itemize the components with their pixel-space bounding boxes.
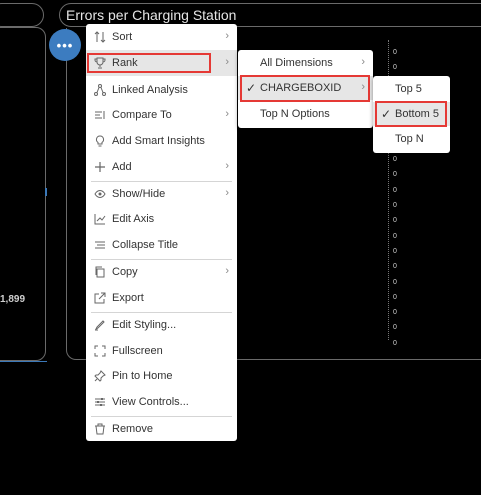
axis-value-label: 0 xyxy=(393,309,397,317)
menu-item-label: View Controls... xyxy=(112,396,189,408)
more-actions-button[interactable]: ••• xyxy=(49,29,81,61)
chevron-right-icon: › xyxy=(225,265,229,277)
menu-item-label: Remove xyxy=(112,423,153,435)
menu-item-edit-axis[interactable]: Edit Axis xyxy=(86,206,237,232)
submenu-item-all-dimensions[interactable]: All Dimensions › xyxy=(238,51,373,75)
submenu-item-label: All Dimensions xyxy=(260,57,333,69)
linked-analysis-icon xyxy=(93,83,107,97)
menu-item-label: Edit Styling... xyxy=(112,319,177,331)
menu-item-label: Sort xyxy=(112,31,133,43)
menu-item-fullscreen[interactable]: Fullscreen xyxy=(86,338,237,364)
axis-value-label: 0 xyxy=(393,247,397,255)
copy-icon xyxy=(93,265,107,279)
menu-item-label: Show/Hide xyxy=(112,188,166,200)
left-tile[interactable] xyxy=(0,27,47,362)
axis-value-label: 0 xyxy=(393,64,397,72)
context-menu: Sort › Rank › Linked Analysis Compare To… xyxy=(86,24,237,441)
menu-item-label: Export xyxy=(112,292,144,304)
dashboard-canvas: 1,899 Errors per Charging Station 000000… xyxy=(0,0,481,495)
axis-value-label: 0 xyxy=(393,232,397,240)
menu-item-label: Edit Axis xyxy=(112,213,155,225)
submenu-item-top-n-options[interactable]: Top N Options xyxy=(238,102,373,126)
menu-item-export[interactable]: Export xyxy=(86,285,237,311)
axis-value-label: 0 xyxy=(393,217,397,225)
axis-value-label: 0 xyxy=(393,339,397,347)
axis-value-label: 0 xyxy=(393,324,397,332)
menu-item-pin-to-home[interactable]: Pin to Home xyxy=(86,363,237,389)
trophy-icon xyxy=(93,56,107,70)
submenu-item-top-n[interactable]: Top N xyxy=(373,127,450,151)
chevron-right-icon: › xyxy=(225,30,229,42)
chevron-right-icon: › xyxy=(225,160,229,172)
menu-item-rank[interactable]: Rank › xyxy=(86,50,237,76)
chargeboxid-submenu: Top 5 ✓ Bottom 5 Top N xyxy=(373,76,450,153)
axis-value-label: 0 xyxy=(393,278,397,286)
menu-item-linked-analysis[interactable]: Linked Analysis xyxy=(86,77,237,103)
menu-item-collapse-title[interactable]: Collapse Title xyxy=(86,232,237,258)
axis-value-label: 0 xyxy=(393,156,397,164)
rank-submenu: All Dimensions › ✓ CHARGEBOXID › Top N O… xyxy=(238,50,373,128)
axis-value-label: 0 xyxy=(393,186,397,194)
left-tile-value: 1,899 xyxy=(0,294,26,305)
chevron-right-icon: › xyxy=(225,108,229,120)
trash-icon xyxy=(93,422,107,436)
selection-line xyxy=(0,361,47,362)
menu-item-label: Compare To xyxy=(112,109,172,121)
submenu-item-bottom-5[interactable]: ✓ Bottom 5 xyxy=(373,102,450,126)
menu-item-view-controls[interactable]: View Controls... xyxy=(86,389,237,415)
eye-icon xyxy=(93,187,107,201)
collapse-title-icon xyxy=(93,238,107,252)
lightbulb-icon xyxy=(93,134,107,148)
menu-item-label: Add Smart Insights xyxy=(112,135,205,147)
compare-icon xyxy=(93,108,107,122)
pin-icon xyxy=(93,369,107,383)
menu-item-label: Rank xyxy=(112,57,138,69)
submenu-item-label: CHARGEBOXID xyxy=(260,82,342,94)
menu-item-label: Copy xyxy=(112,266,138,278)
axis-value-label: 0 xyxy=(393,49,397,56)
axis-value-label: 0 xyxy=(393,293,397,301)
menu-item-label: Pin to Home xyxy=(112,370,173,382)
menu-item-edit-styling[interactable]: Edit Styling... xyxy=(86,312,237,338)
menu-item-add-smart-insights[interactable]: Add Smart Insights xyxy=(86,128,237,154)
plus-icon xyxy=(93,160,107,174)
submenu-item-label: Bottom 5 xyxy=(395,108,440,120)
menu-item-remove[interactable]: Remove xyxy=(86,416,237,442)
chevron-right-icon: › xyxy=(361,56,365,68)
menu-item-show-hide[interactable]: Show/Hide › xyxy=(86,181,237,207)
submenu-item-label: Top N xyxy=(395,133,424,145)
menu-item-label: Fullscreen xyxy=(112,345,163,357)
check-icon: ✓ xyxy=(381,107,392,121)
chevron-right-icon: › xyxy=(225,187,229,199)
axis-value-label: 0 xyxy=(393,263,397,271)
submenu-item-top-5[interactable]: Top 5 xyxy=(373,77,450,101)
axis-icon xyxy=(93,212,107,226)
submenu-item-chargeboxid[interactable]: ✓ CHARGEBOXID › xyxy=(238,76,373,100)
axis-value-label: 0 xyxy=(393,171,397,179)
check-icon: ✓ xyxy=(246,81,257,95)
chevron-right-icon: › xyxy=(361,81,365,93)
menu-item-copy[interactable]: Copy › xyxy=(86,259,237,285)
export-icon xyxy=(93,291,107,305)
paint-icon xyxy=(93,318,107,332)
menu-item-sort[interactable]: Sort › xyxy=(86,24,237,50)
menu-item-compare-to[interactable]: Compare To › xyxy=(86,102,237,128)
resize-handle[interactable] xyxy=(45,188,47,196)
menu-item-label: Linked Analysis xyxy=(112,84,188,96)
menu-item-add[interactable]: Add › xyxy=(86,154,237,180)
axis-value-label: 0 xyxy=(393,202,397,209)
menu-item-label: Add xyxy=(112,161,132,173)
menu-item-label: Collapse Title xyxy=(112,239,179,251)
submenu-item-label: Top N Options xyxy=(260,108,330,120)
sliders-icon xyxy=(93,395,107,409)
sort-icon xyxy=(93,30,107,44)
chevron-right-icon: › xyxy=(225,56,229,68)
left-tile-header xyxy=(0,3,44,27)
submenu-item-label: Top 5 xyxy=(395,83,422,95)
fullscreen-icon xyxy=(93,344,107,358)
